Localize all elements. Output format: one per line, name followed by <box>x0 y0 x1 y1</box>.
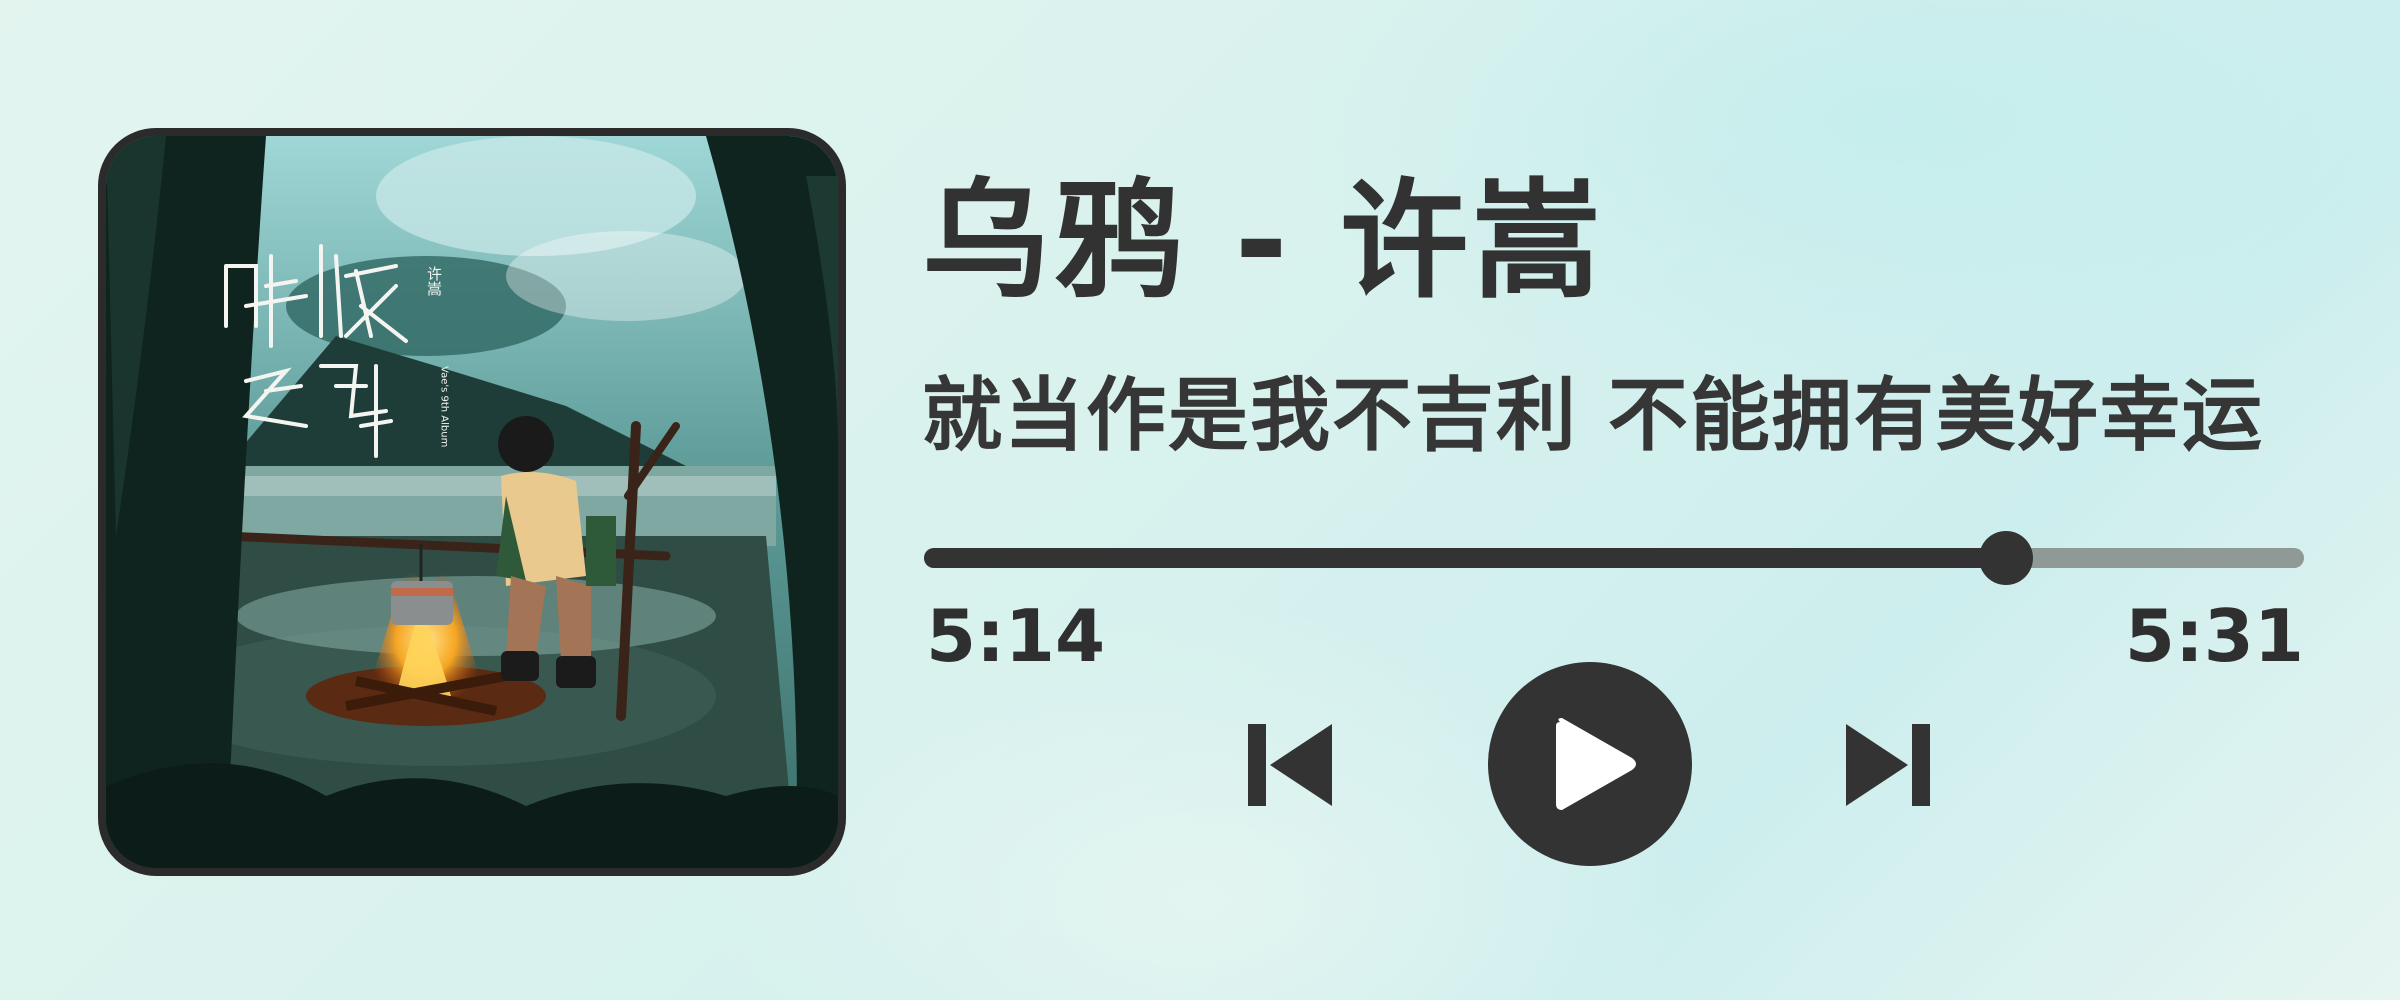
next-button[interactable] <box>1840 718 1934 812</box>
play-icon <box>1488 662 1692 866</box>
skip-next-icon <box>1846 724 1930 806</box>
current-lyric: 就当作是我不吉利 不能拥有美好幸运 <box>922 369 2264 462</box>
previous-button[interactable] <box>1244 718 1338 812</box>
progress-bar[interactable] <box>924 531 2304 585</box>
album-artist-text: 许嵩 <box>425 266 443 296</box>
progress-fill <box>924 548 2006 568</box>
total-time: 5:31 <box>2124 594 2304 678</box>
album-cover: 许嵩 Vae's 9th Album <box>98 128 846 876</box>
song-title: 乌鸦 - 许嵩 <box>922 167 1605 316</box>
album-edition-text: Vae's 9th Album <box>439 366 450 447</box>
play-button[interactable] <box>1486 660 1694 868</box>
skip-previous-icon <box>1248 724 1332 806</box>
current-time: 5:14 <box>926 594 1106 678</box>
progress-handle[interactable] <box>1978 531 2033 585</box>
